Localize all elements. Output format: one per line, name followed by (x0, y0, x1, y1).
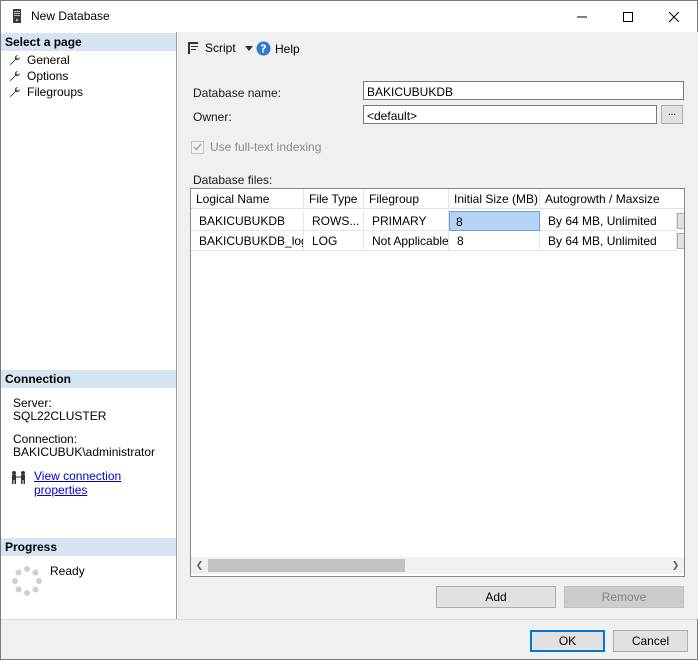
horizontal-scrollbar[interactable]: ❮ ❯ (191, 557, 684, 574)
progress-spinner-icon (12, 566, 42, 596)
autogrowth-edit-button[interactable] (677, 213, 684, 229)
script-label: Script (205, 41, 236, 55)
owner-label: Owner: (193, 110, 232, 124)
maximize-icon (623, 11, 633, 22)
toolbar: Script ? Help (178, 32, 698, 65)
scroll-right-icon[interactable]: ❯ (667, 557, 684, 574)
script-button[interactable]: Script (186, 41, 253, 55)
database-name-input[interactable] (363, 81, 684, 100)
server-value: SQL22CLUSTER (13, 409, 107, 423)
wrench-icon (10, 70, 21, 81)
database-files-label: Database files: (193, 173, 273, 187)
help-label: Help (275, 41, 300, 56)
database-server-icon (13, 9, 21, 23)
maximize-button[interactable] (605, 1, 651, 32)
cell-filegroup[interactable]: PRIMARY (364, 211, 449, 231)
general-page-panel: Database name: Owner: ... Use full-text … (178, 65, 698, 619)
scroll-left-icon[interactable]: ❮ (191, 557, 208, 574)
cell-file-type[interactable]: ROWS... (304, 211, 364, 231)
owner-browse-button[interactable]: ... (661, 105, 683, 124)
add-button[interactable]: Add (436, 586, 556, 608)
column-file-type[interactable]: File Type (304, 189, 364, 209)
connection-properties-icon (12, 471, 25, 484)
column-filegroup[interactable]: Filegroup (364, 189, 449, 209)
cancel-button[interactable]: Cancel (613, 630, 688, 652)
column-logical-name[interactable]: Logical Name (191, 189, 304, 209)
view-connection-properties-link[interactable]: View connection properties (34, 469, 176, 497)
scrollbar-thumb[interactable] (208, 559, 405, 572)
cell-file-type[interactable]: LOG (304, 231, 364, 251)
wrench-icon (10, 54, 21, 65)
page-general-label: General (27, 53, 70, 67)
cell-autogrowth[interactable]: By 64 MB, Unlimited (540, 211, 677, 231)
fulltext-checkbox[interactable]: Use full-text indexing (191, 140, 321, 154)
database-name-label: Database name: (193, 86, 282, 100)
cell-initial-size[interactable]: 8 (449, 211, 540, 231)
checkbox-box (191, 140, 204, 154)
help-button[interactable]: ? Help (256, 41, 300, 56)
grid-header: Logical Name File Type Filegroup Initial… (191, 189, 684, 209)
table-row[interactable]: BAKICUBUKDB ROWS... PRIMARY 8 By 64 MB, … (191, 211, 684, 231)
page-filegroups-label: Filegroups (27, 85, 84, 99)
owner-input[interactable] (363, 105, 657, 124)
page-options[interactable]: Options (9, 68, 68, 84)
fulltext-label: Use full-text indexing (210, 140, 322, 154)
minimize-icon (577, 16, 587, 17)
page-filegroups[interactable]: Filegroups (9, 84, 83, 100)
cell-initial-size[interactable]: 8 (449, 231, 540, 251)
dialog-footer: OK Cancel (1, 619, 697, 659)
page-general[interactable]: General (9, 52, 70, 68)
column-initial-size[interactable]: Initial Size (MB) (449, 189, 540, 209)
cell-filegroup[interactable]: Not Applicable (364, 231, 449, 251)
cell-autogrowth[interactable]: By 64 MB, Unlimited (540, 231, 677, 251)
new-database-dialog: New Database Select a page General Optio… (0, 0, 698, 660)
close-icon (669, 11, 679, 22)
database-files-grid[interactable]: Logical Name File Type Filegroup Initial… (190, 188, 685, 577)
window-title: New Database (31, 9, 110, 23)
close-button[interactable] (651, 1, 697, 32)
cell-logical-name[interactable]: BAKICUBUKDB (191, 211, 304, 231)
ok-button[interactable]: OK (530, 630, 605, 652)
chevron-down-icon[interactable] (244, 45, 253, 51)
autogrowth-edit-button[interactable] (677, 233, 684, 249)
connection-label: Connection: (13, 432, 78, 446)
left-panel: Select a page General Options Filegroups… (1, 32, 177, 619)
progress-header: Progress (1, 538, 176, 556)
column-autogrowth[interactable]: Autogrowth / Maxsize (540, 189, 684, 209)
minimize-button[interactable] (559, 1, 605, 32)
select-page-header: Select a page (1, 33, 176, 51)
title-bar[interactable]: New Database (1, 1, 697, 32)
progress-status: Ready (50, 564, 85, 578)
svg-text:?: ? (260, 43, 266, 56)
connection-value: BAKICUBUK\administrator (13, 445, 156, 459)
wrench-icon (10, 86, 21, 97)
check-icon (193, 143, 202, 151)
remove-button[interactable]: Remove (564, 586, 684, 608)
script-icon (188, 42, 198, 54)
server-label: Server: (13, 396, 52, 410)
table-row[interactable]: BAKICUBUKDB_log LOG Not Applicable 8 By … (191, 231, 684, 251)
help-icon: ? (256, 41, 271, 56)
page-options-label: Options (27, 69, 69, 83)
connection-header: Connection (1, 370, 176, 388)
cell-logical-name[interactable]: BAKICUBUKDB_log (191, 231, 304, 251)
